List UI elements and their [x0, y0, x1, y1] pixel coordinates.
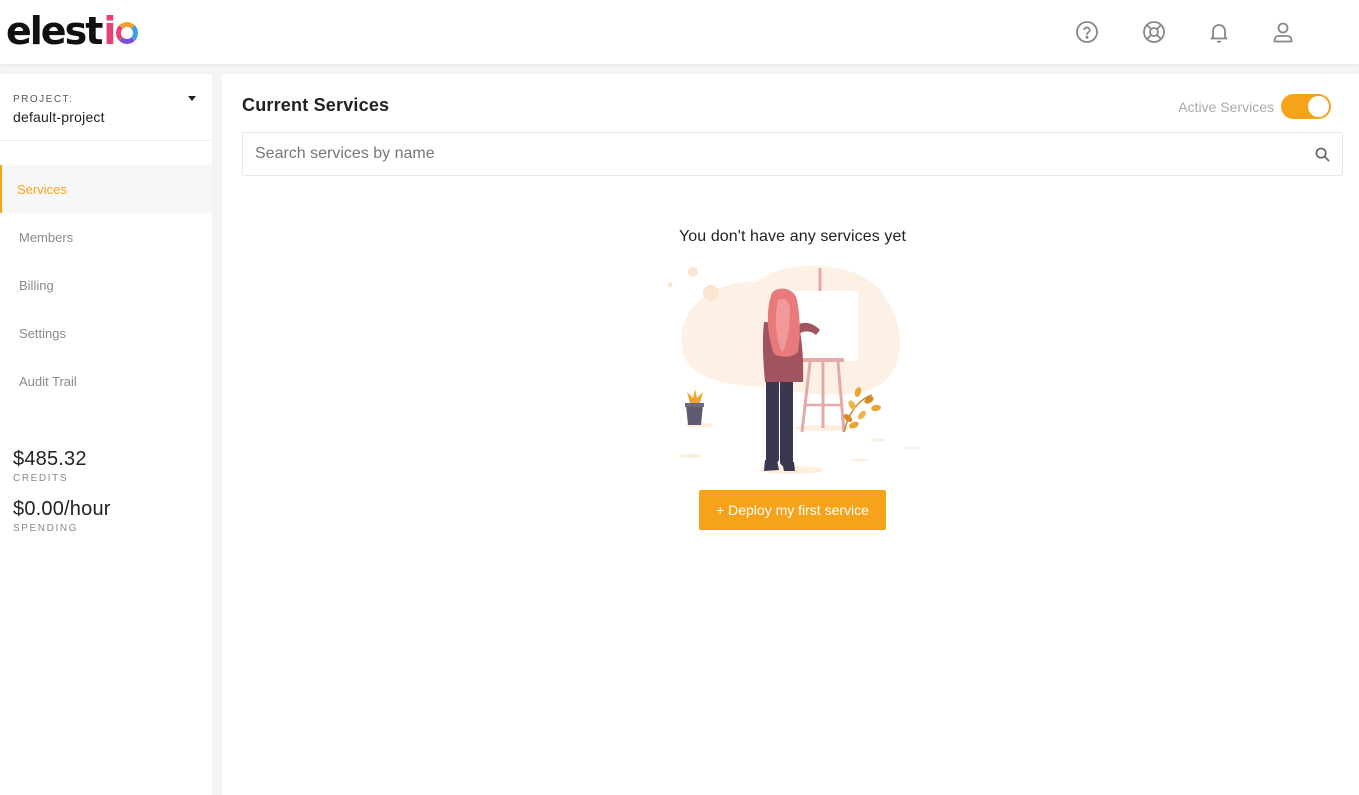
sidebar-item-members[interactable]: Members: [0, 213, 212, 261]
sidebar-item-audit-trail[interactable]: Audit Trail: [0, 357, 212, 405]
logo-io-mark: i: [103, 9, 139, 53]
active-services-filter: Active Services: [1178, 94, 1331, 119]
bell-icon: [1210, 24, 1228, 43]
painter-easel-illustration: [667, 265, 920, 474]
spending-label: SPENDING: [13, 523, 79, 534]
search-input[interactable]: [243, 133, 1302, 175]
help-circle-icon: [1076, 21, 1098, 43]
main-panel: Current Services Active Services You don…: [222, 74, 1359, 795]
project-label: PROJECT:: [13, 94, 74, 105]
notifications-button[interactable]: [1205, 18, 1233, 46]
help-button[interactable]: [1073, 18, 1101, 46]
project-selector[interactable]: PROJECT: default-project: [0, 74, 212, 141]
sidebar: PROJECT: default-project Services Member…: [0, 74, 212, 795]
active-services-toggle[interactable]: [1281, 94, 1331, 119]
search-box: [242, 132, 1343, 176]
sidebar-item-label: Billing: [19, 277, 54, 293]
lifebuoy-icon: [1143, 21, 1165, 43]
credits-label: CREDITS: [13, 473, 69, 484]
logo-ring-icon: [116, 22, 139, 44]
sidebar-nav: Services Members Billing Settings Audit …: [0, 165, 212, 405]
logo-text-i: i: [103, 9, 116, 53]
account-stats: $485.32 CREDITS $0.00/hour SPENDING: [13, 448, 111, 534]
empty-state-message: You don't have any services yet: [678, 228, 907, 245]
project-name: default-project: [13, 109, 105, 125]
page-title: Current Services: [242, 95, 390, 115]
search-icon: [1315, 147, 1329, 161]
sidebar-item-billing[interactable]: Billing: [0, 261, 212, 309]
toggle-knob: [1308, 96, 1329, 117]
account-button[interactable]: [1269, 18, 1297, 46]
sidebar-item-label: Audit Trail: [19, 373, 77, 389]
logo-text-t: t: [85, 9, 103, 53]
top-bar: eles t i: [0, 0, 1359, 64]
spending-value: $0.00/hour: [13, 498, 111, 520]
credits-value: $485.32: [13, 448, 87, 470]
sidebar-item-label: Settings: [19, 325, 66, 341]
user-icon: [1273, 22, 1293, 43]
sidebar-item-settings[interactable]: Settings: [0, 309, 212, 357]
elestio-logo[interactable]: eles t i: [6, 9, 139, 53]
deploy-first-service-button[interactable]: + Deploy my first service: [699, 490, 886, 530]
logo-text: eles: [6, 9, 87, 53]
credits-stat: $485.32 CREDITS: [13, 448, 111, 484]
caret-down-icon: [188, 96, 196, 101]
search-button[interactable]: [1302, 147, 1342, 162]
active-services-label: Active Services: [1178, 98, 1274, 115]
support-button[interactable]: [1140, 18, 1168, 46]
sidebar-item-label: Members: [19, 229, 74, 245]
sidebar-item-services[interactable]: Services: [0, 165, 212, 213]
spending-stat: $0.00/hour SPENDING: [13, 498, 111, 534]
sidebar-item-label: Services: [17, 181, 67, 197]
